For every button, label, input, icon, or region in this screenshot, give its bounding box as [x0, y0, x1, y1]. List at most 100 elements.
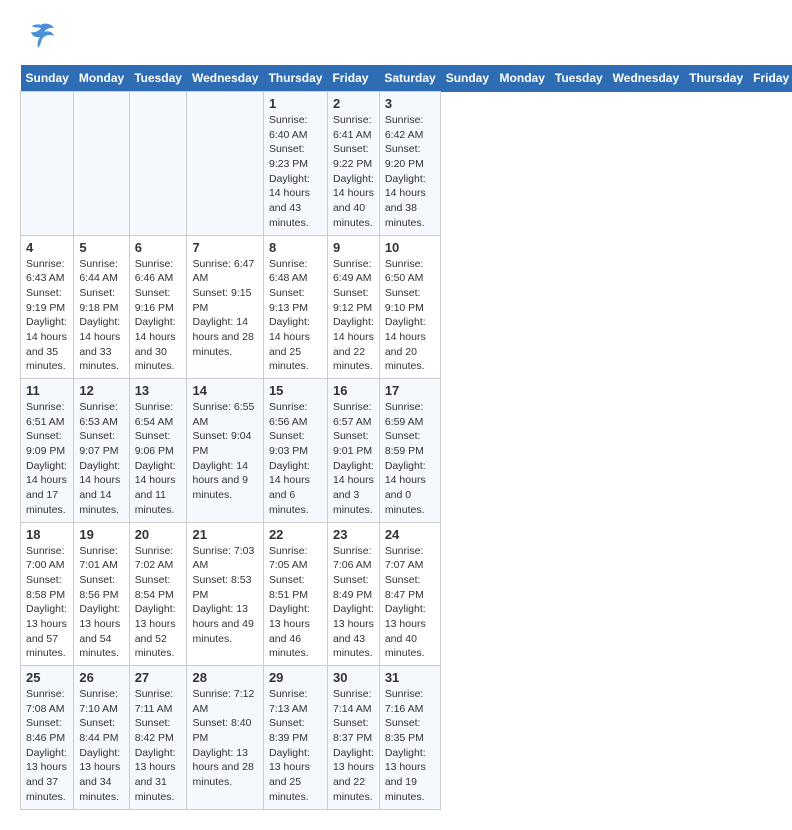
- page-header: [20, 20, 772, 55]
- day-info: Sunrise: 6:55 AMSunset: 9:04 PMDaylight:…: [192, 400, 257, 503]
- day-number: 4: [26, 240, 68, 255]
- calendar-cell: 23 Sunrise: 7:06 AMSunset: 8:49 PMDayligh…: [327, 522, 379, 666]
- calendar-cell: 28 Sunrise: 7:12 AMSunset: 8:40 PMDayligh…: [187, 666, 263, 810]
- column-header-friday: Friday: [327, 65, 379, 92]
- day-number: 26: [79, 670, 123, 685]
- calendar-cell: 13 Sunrise: 6:54 AMSunset: 9:06 PMDayligh…: [129, 379, 187, 523]
- calendar-cell: 11Sunrise: 6:51 AMSunset: 9:09 PMDayligh…: [21, 379, 74, 523]
- calendar-cell: 7 Sunrise: 6:47 AMSunset: 9:15 PMDaylight…: [187, 235, 263, 379]
- day-number: 2: [333, 96, 374, 111]
- calendar-week-row: 1Sunrise: 6:40 AMSunset: 9:23 PMDaylight…: [21, 92, 792, 236]
- calendar-cell: 24 Sunrise: 7:07 AMSunset: 8:47 PMDayligh…: [379, 522, 440, 666]
- day-number: 8: [269, 240, 322, 255]
- day-info: Sunrise: 7:06 AMSunset: 8:49 PMDaylight:…: [333, 544, 374, 662]
- calendar-cell: 6 Sunrise: 6:46 AMSunset: 9:16 PMDaylight…: [129, 235, 187, 379]
- calendar-cell: 9Sunrise: 6:49 AMSunset: 9:12 PMDaylight…: [327, 235, 379, 379]
- day-number: 23: [333, 527, 374, 542]
- day-info: Sunrise: 6:59 AMSunset: 8:59 PMDaylight:…: [385, 400, 435, 518]
- calendar-cell: 10Sunrise: 6:50 AMSunset: 9:10 PMDayligh…: [379, 235, 440, 379]
- calendar-cell: 17 Sunrise: 6:59 AMSunset: 8:59 PMDayligh…: [379, 379, 440, 523]
- day-number: 6: [135, 240, 182, 255]
- calendar-cell: 29 Sunrise: 7:13 AMSunset: 8:39 PMDayligh…: [263, 666, 327, 810]
- day-info: Sunrise: 7:13 AMSunset: 8:39 PMDaylight:…: [269, 687, 322, 805]
- day-number: 15: [269, 383, 322, 398]
- column-header-thursday: Thursday: [263, 65, 327, 92]
- column-header-saturday: Saturday: [379, 65, 440, 92]
- day-info: Sunrise: 6:54 AMSunset: 9:06 PMDaylight:…: [135, 400, 182, 518]
- day-info: Sunrise: 7:08 AMSunset: 8:46 PMDaylight:…: [26, 687, 68, 805]
- day-number: 29: [269, 670, 322, 685]
- day-number: 25: [26, 670, 68, 685]
- day-info: Sunrise: 7:01 AMSunset: 8:56 PMDaylight:…: [79, 544, 123, 662]
- calendar-cell: 22Sunrise: 7:05 AMSunset: 8:51 PMDayligh…: [263, 522, 327, 666]
- day-info: Sunrise: 6:47 AMSunset: 9:15 PMDaylight:…: [192, 257, 257, 360]
- day-info: Sunrise: 7:07 AMSunset: 8:47 PMDaylight:…: [385, 544, 435, 662]
- calendar-cell: 31 Sunrise: 7:16 AMSunset: 8:35 PMDayligh…: [379, 666, 440, 810]
- day-number: 24: [385, 527, 435, 542]
- calendar-cell: 26 Sunrise: 7:10 AMSunset: 8:44 PMDayligh…: [74, 666, 129, 810]
- calendar-cell: 1Sunrise: 6:40 AMSunset: 9:23 PMDaylight…: [263, 92, 327, 236]
- calendar-cell: 27 Sunrise: 7:11 AMSunset: 8:42 PMDayligh…: [129, 666, 187, 810]
- day-number: 16: [333, 383, 374, 398]
- calendar-week-row: 25 Sunrise: 7:08 AMSunset: 8:46 PMDayligh…: [21, 666, 792, 810]
- day-info: Sunrise: 6:42 AMSunset: 9:20 PMDaylight:…: [385, 113, 435, 231]
- day-info: Sunrise: 6:49 AMSunset: 9:12 PMDaylight:…: [333, 257, 374, 375]
- column-header-monday: Monday: [74, 65, 129, 92]
- calendar-cell: [187, 92, 263, 236]
- day-number: 11: [26, 383, 68, 398]
- calendar-cell: 25 Sunrise: 7:08 AMSunset: 8:46 PMDayligh…: [21, 666, 74, 810]
- calendar-cell: 4 Sunrise: 6:43 AMSunset: 9:19 PMDaylight…: [21, 235, 74, 379]
- logo-bird-icon: [26, 20, 56, 55]
- calendar-cell: 16 Sunrise: 6:57 AMSunset: 9:01 PMDayligh…: [327, 379, 379, 523]
- day-info: Sunrise: 7:10 AMSunset: 8:44 PMDaylight:…: [79, 687, 123, 805]
- day-number: 21: [192, 527, 257, 542]
- column-header-sunday: Sunday: [441, 65, 495, 92]
- day-info: Sunrise: 6:57 AMSunset: 9:01 PMDaylight:…: [333, 400, 374, 518]
- day-info: Sunrise: 6:46 AMSunset: 9:16 PMDaylight:…: [135, 257, 182, 375]
- calendar-week-row: 18Sunrise: 7:00 AMSunset: 8:58 PMDayligh…: [21, 522, 792, 666]
- day-number: 13: [135, 383, 182, 398]
- day-info: Sunrise: 7:05 AMSunset: 8:51 PMDaylight:…: [269, 544, 322, 662]
- day-info: Sunrise: 6:41 AMSunset: 9:22 PMDaylight:…: [333, 113, 374, 231]
- day-number: 17: [385, 383, 435, 398]
- day-number: 30: [333, 670, 374, 685]
- column-header-tuesday: Tuesday: [129, 65, 187, 92]
- column-header-wednesday: Wednesday: [187, 65, 263, 92]
- day-info: Sunrise: 7:00 AMSunset: 8:58 PMDaylight:…: [26, 544, 68, 662]
- day-info: Sunrise: 6:43 AMSunset: 9:19 PMDaylight:…: [26, 257, 68, 375]
- day-number: 14: [192, 383, 257, 398]
- calendar-cell: [21, 92, 74, 236]
- day-number: 20: [135, 527, 182, 542]
- day-number: 27: [135, 670, 182, 685]
- day-number: 3: [385, 96, 435, 111]
- day-number: 5: [79, 240, 123, 255]
- calendar-cell: 8 Sunrise: 6:48 AMSunset: 9:13 PMDaylight…: [263, 235, 327, 379]
- day-info: Sunrise: 7:11 AMSunset: 8:42 PMDaylight:…: [135, 687, 182, 805]
- calendar-cell: 19 Sunrise: 7:01 AMSunset: 8:56 PMDayligh…: [74, 522, 129, 666]
- day-info: Sunrise: 6:50 AMSunset: 9:10 PMDaylight:…: [385, 257, 435, 375]
- day-info: Sunrise: 7:03 AMSunset: 8:53 PMDaylight:…: [192, 544, 257, 647]
- day-number: 28: [192, 670, 257, 685]
- day-info: Sunrise: 6:56 AMSunset: 9:03 PMDaylight:…: [269, 400, 322, 518]
- calendar-cell: 14 Sunrise: 6:55 AMSunset: 9:04 PMDayligh…: [187, 379, 263, 523]
- calendar-cell: 15 Sunrise: 6:56 AMSunset: 9:03 PMDayligh…: [263, 379, 327, 523]
- calendar-cell: [129, 92, 187, 236]
- day-number: 7: [192, 240, 257, 255]
- column-header-friday: Friday: [748, 65, 792, 92]
- calendar-week-row: 4 Sunrise: 6:43 AMSunset: 9:19 PMDaylight…: [21, 235, 792, 379]
- calendar-cell: 21 Sunrise: 7:03 AMSunset: 8:53 PMDayligh…: [187, 522, 263, 666]
- calendar-cell: 2 Sunrise: 6:41 AMSunset: 9:22 PMDaylight…: [327, 92, 379, 236]
- day-info: Sunrise: 7:16 AMSunset: 8:35 PMDaylight:…: [385, 687, 435, 805]
- day-info: Sunrise: 6:53 AMSunset: 9:07 PMDaylight:…: [79, 400, 123, 518]
- day-number: 12: [79, 383, 123, 398]
- calendar-header-row: SundayMondayTuesdayWednesdayThursdayFrid…: [21, 65, 792, 92]
- calendar-cell: 18Sunrise: 7:00 AMSunset: 8:58 PMDayligh…: [21, 522, 74, 666]
- day-info: Sunrise: 7:02 AMSunset: 8:54 PMDaylight:…: [135, 544, 182, 662]
- day-info: Sunrise: 7:12 AMSunset: 8:40 PMDaylight:…: [192, 687, 257, 790]
- column-header-monday: Monday: [495, 65, 550, 92]
- day-info: Sunrise: 6:48 AMSunset: 9:13 PMDaylight:…: [269, 257, 322, 375]
- calendar-cell: [74, 92, 129, 236]
- calendar-week-row: 11Sunrise: 6:51 AMSunset: 9:09 PMDayligh…: [21, 379, 792, 523]
- day-number: 19: [79, 527, 123, 542]
- day-number: 31: [385, 670, 435, 685]
